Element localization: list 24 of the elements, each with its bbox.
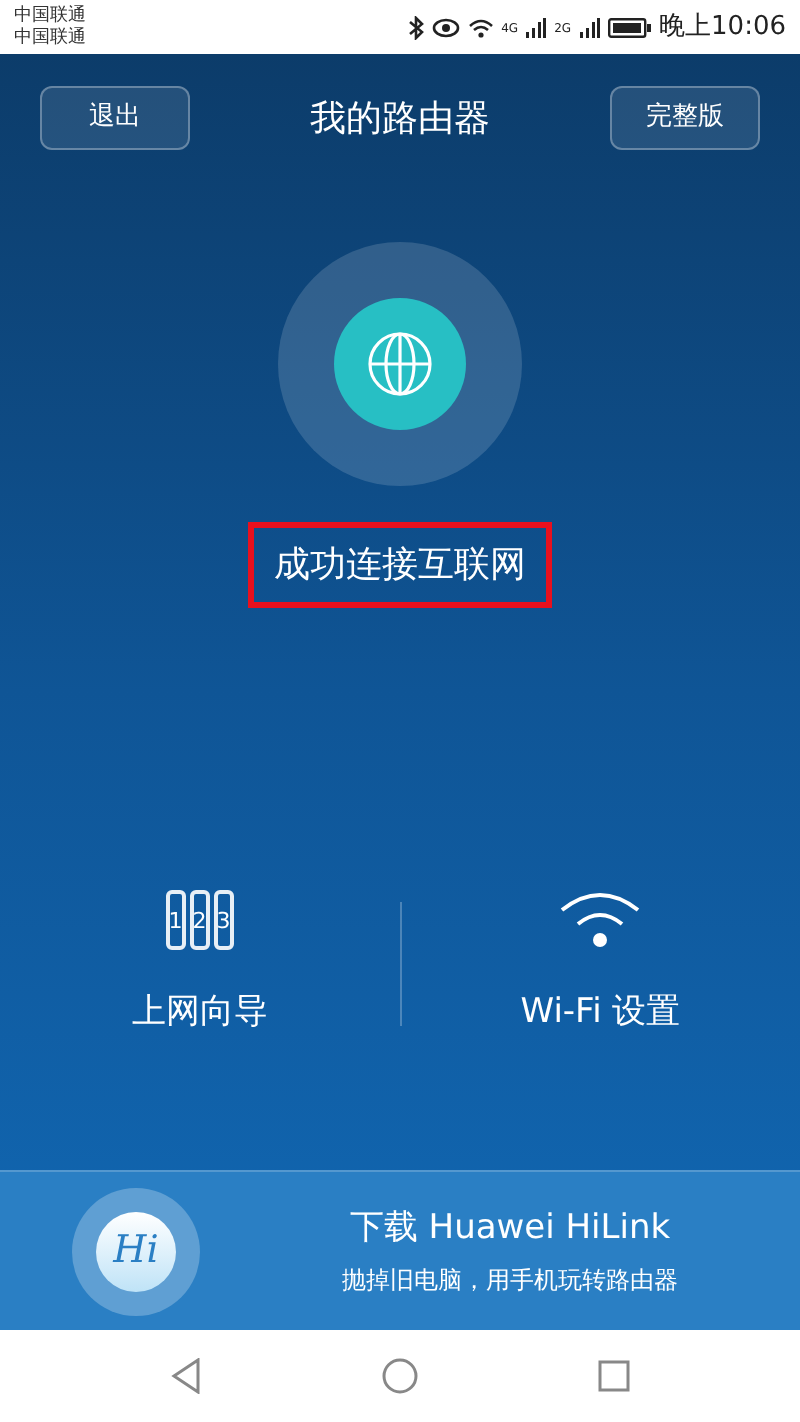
eye-icon (431, 17, 460, 37)
wifi-settings-button[interactable]: Wi-Fi 设置 (401, 888, 800, 1039)
download-banner[interactable]: Hi 下载 Huawei HiLink 抛掉旧电脑，用手机玩转路由器 (0, 1170, 800, 1330)
page-title: 我的路由器 (310, 95, 490, 143)
wifi-signal-icon (467, 17, 494, 37)
full-version-button[interactable]: 完整版 (610, 86, 760, 150)
clock: 晚上10:06 (659, 9, 786, 46)
connection-status: 成功连接互联网 (248, 522, 552, 608)
globe-icon (366, 330, 434, 398)
app-logo: Hi (96, 1211, 176, 1291)
bluetooth-icon (407, 15, 424, 39)
recents-icon[interactable] (598, 1360, 630, 1392)
signal-bars-icon (526, 17, 547, 37)
carrier-name: 中国联通 (14, 5, 86, 27)
home-icon[interactable] (382, 1358, 418, 1394)
carrier-name: 中国联通 (14, 27, 86, 49)
setup-wizard-button[interactable]: 1 2 3 上网向导 (0, 888, 399, 1039)
wifi-icon (558, 892, 643, 948)
banner-subtitle: 抛掉旧电脑，用手机玩转路由器 (342, 1264, 678, 1299)
back-icon[interactable] (170, 1358, 202, 1394)
signal-bars-icon (579, 17, 600, 37)
exit-button[interactable]: 退出 (40, 86, 190, 150)
banner-title: 下载 Huawei HiLink (349, 1205, 671, 1252)
battery-icon (607, 17, 652, 37)
